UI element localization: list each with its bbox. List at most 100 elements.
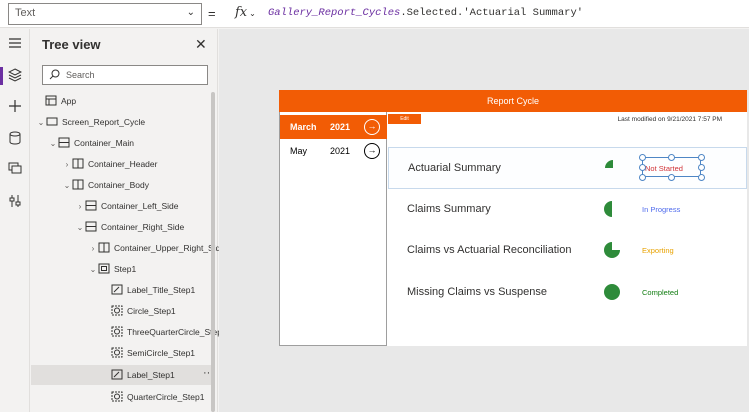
app-screen: Report Cycle March 2021 → May 2021 → Edi… [279,90,747,346]
tree-node-screen[interactable]: ⌄ Screen_Report_Cycle [36,112,146,133]
resize-handle[interactable] [639,164,646,171]
semicircle-shape[interactable] [603,200,621,218]
tree-node-label: Label_Title_Step1 [127,285,196,295]
tree-node-label: Container_Right_Side [101,222,185,232]
tree-node-container-main[interactable]: ⌄ Container_Main [48,133,134,153]
tree-node-label: Step1 [114,264,137,274]
database-icon[interactable] [7,131,23,147]
tree-node-container-left-side[interactable]: › Container_Left_Side [75,196,179,216]
tree-node-container-right-side[interactable]: ⌄ Container_Right_Side [75,217,184,237]
report-cycle-header: Report Cycle [279,90,747,112]
tree-node-three-quarter-circle-step1[interactable]: ThreeQuarterCircle_Step1 [111,322,227,342]
tree-node-container-body[interactable]: ⌄ Container_Body [62,175,149,195]
month-label: March [290,122,317,132]
tree-node-label: Container_Upper_Right_Side [114,243,226,253]
chevron-down-icon: ⌄ [249,9,256,18]
resize-handle[interactable] [698,174,705,181]
media-icon[interactable] [7,162,23,178]
resize-handle[interactable] [698,154,705,161]
property-dropdown[interactable]: Text ⌄ [8,3,202,25]
formula-remainder: .Selected.'Actuarial Summary' [400,7,584,19]
tree-node-label: Label_Step1 [127,370,175,380]
tree-node-label: Container_Body [88,180,149,190]
tree-node-label-title-step1[interactable]: Label_Title_Step1 [111,280,195,300]
property-dropdown-value: Text [15,7,36,19]
layers-icon[interactable] [7,68,23,84]
edit-button[interactable]: Edit [388,114,421,124]
step-status-label[interactable]: Exporting [642,246,674,255]
design-canvas: Report Cycle March 2021 → May 2021 → Edi… [219,29,749,412]
arrow-right-icon[interactable]: → [364,119,380,135]
label-icon [111,284,123,295]
tree-search-input[interactable]: Search [42,65,208,85]
label-icon [111,369,123,380]
shape-icon [111,326,123,337]
resize-handle[interactable] [668,174,675,181]
tree-node-container-header[interactable]: › Container_Header [62,154,157,174]
chevron-down-icon[interactable]: ⌄ [75,218,85,238]
tree-view-title: Tree view [42,37,101,52]
search-icon [49,69,60,80]
tree-node-label-step1[interactable]: Label_Step1 ··· [31,365,214,385]
group-icon [98,263,110,274]
resize-handle[interactable] [698,164,705,171]
tree-node-label: SemiCircle_Step1 [127,348,196,358]
report-details-panel: Edit Last modified on 9/21/2021 7:57 PM … [388,112,747,346]
tree-node-circle-step1[interactable]: Circle_Step1 [111,301,176,321]
month-label: May [290,146,308,156]
chevron-down-icon[interactable]: ⌄ [48,134,58,154]
horizontal-container-icon [72,158,84,169]
step-row-actuarial-summary: Actuarial Summary Not Started [388,147,747,189]
shape-icon [111,305,123,316]
step-title: Actuarial Summary [408,162,501,174]
chevron-down-icon[interactable]: ⌄ [36,113,46,133]
app-icon [45,95,57,106]
screen-icon [46,117,58,126]
tree-node-label: Container_Main [74,138,135,148]
chevron-down-icon[interactable]: ⌄ [62,176,72,196]
step-status-label[interactable]: Completed [642,288,678,297]
shape-icon [111,347,123,358]
year-label: 2021 [330,122,351,132]
shape-icon [111,391,123,402]
formula-input[interactable]: Gallery_Report_Cycles.Selected.'Actuaria… [268,7,583,19]
resize-handle[interactable] [668,154,675,161]
hamburger-menu-icon[interactable] [7,37,23,53]
gallery-item-may[interactable]: May 2021 → [280,139,387,163]
circle-shape[interactable] [603,283,621,301]
fx-icon: fx [235,5,248,20]
tree-node-label: Screen_Report_Cycle [62,117,146,127]
quarter-circle-shape[interactable] [604,159,622,177]
resize-handle[interactable] [639,174,646,181]
chevron-down-icon: ⌄ [186,7,195,18]
resize-handle[interactable] [639,154,646,161]
close-icon[interactable]: ✕ [195,36,207,53]
tree-node-semicircle-step1[interactable]: SemiCircle_Step1 [111,343,195,363]
formula-identifier: Gallery_Report_Cycles [268,7,401,19]
vertical-container-icon [85,200,97,211]
three-quarter-circle-shape[interactable] [603,241,621,259]
rail-active-indicator [0,67,3,85]
horizontal-container-icon [98,242,110,253]
plus-icon[interactable] [7,99,23,115]
chevron-right-icon[interactable]: › [88,239,98,259]
tree-node-container-upper-right-side[interactable]: › Container_Upper_Right_Side [88,238,225,258]
last-modified-label: Last modified on 9/21/2021 7:57 PM [617,116,722,123]
step-status-label[interactable]: In Progress [642,205,680,214]
tree-node-label: QuarterCircle_Step1 [127,392,205,402]
chevron-right-icon[interactable]: › [62,155,72,175]
tree-node-label: Circle_Step1 [127,306,176,316]
formula-bar: Text ⌄ = fx ⌄ Gallery_Report_Cycles.Selec… [0,0,749,28]
tree-scrollbar[interactable] [211,92,215,412]
function-button[interactable]: fx ⌄ [230,3,260,25]
equals-sign: = [208,6,216,21]
vertical-container-icon [58,137,70,148]
tree-node-quarter-circle-step1[interactable]: QuarterCircle_Step1 [111,387,204,407]
gallery-item-march[interactable]: March 2021 → [280,115,387,139]
tools-icon[interactable] [7,194,23,210]
tree-node-step1[interactable]: ⌄ Step1 [88,259,136,279]
chevron-down-icon[interactable]: ⌄ [88,260,98,280]
tree-node-app[interactable]: App [45,91,76,111]
arrow-right-icon[interactable]: → [364,143,380,159]
chevron-right-icon[interactable]: › [75,197,85,217]
